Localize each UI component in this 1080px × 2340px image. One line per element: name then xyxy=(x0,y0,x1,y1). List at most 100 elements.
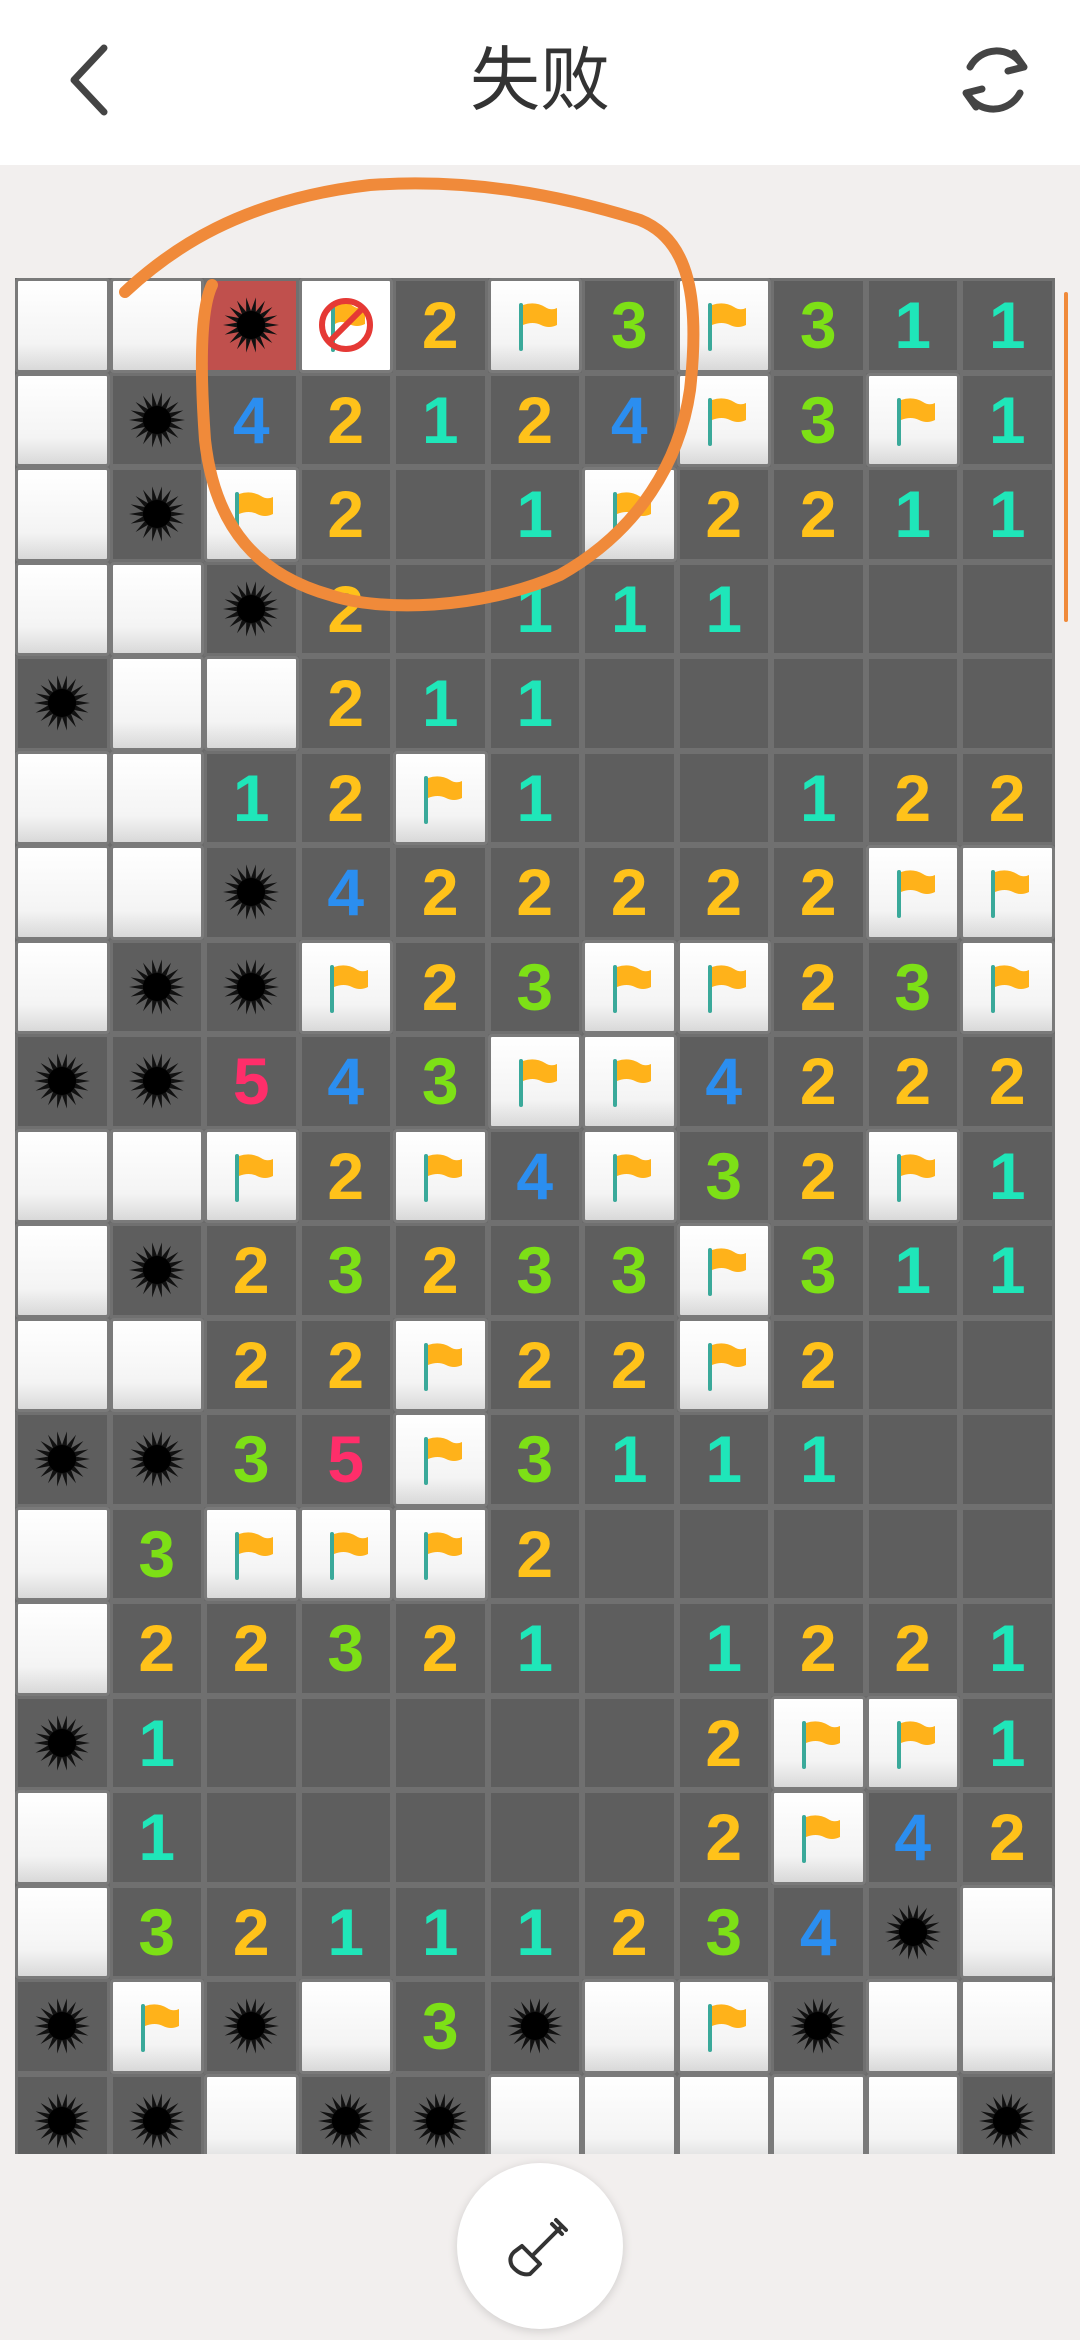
cell-number[interactable]: 1 xyxy=(487,467,582,562)
cell-number[interactable]: 2 xyxy=(582,845,677,940)
cell-exploded-mine[interactable] xyxy=(204,278,299,373)
cell-number[interactable]: 2 xyxy=(393,845,488,940)
cell-empty[interactable] xyxy=(582,656,677,751)
cell-number[interactable]: 1 xyxy=(960,1223,1055,1318)
cell-flag[interactable] xyxy=(676,278,771,373)
cell-hidden[interactable] xyxy=(960,1884,1055,1979)
cell-flag[interactable] xyxy=(298,1506,393,1601)
cell-mine[interactable] xyxy=(15,1412,110,1507)
cell-number[interactable]: 2 xyxy=(298,656,393,751)
cell-hidden[interactable] xyxy=(204,656,299,751)
cell-empty[interactable] xyxy=(960,1506,1055,1601)
cell-mine[interactable] xyxy=(204,561,299,656)
cell-empty[interactable] xyxy=(582,1506,677,1601)
cell-number[interactable]: 2 xyxy=(109,1601,204,1696)
cell-flag[interactable] xyxy=(865,1128,960,1223)
cell-number[interactable]: 2 xyxy=(393,1223,488,1318)
cell-flag[interactable] xyxy=(676,1979,771,2074)
restart-button[interactable] xyxy=(945,30,1045,130)
cell-number[interactable]: 2 xyxy=(298,1317,393,1412)
cell-number[interactable]: 1 xyxy=(676,561,771,656)
cell-number[interactable]: 3 xyxy=(771,372,866,467)
cell-number[interactable]: 1 xyxy=(865,278,960,373)
cell-number[interactable]: 1 xyxy=(487,750,582,845)
cell-number[interactable]: 1 xyxy=(487,656,582,751)
cell-number[interactable]: 2 xyxy=(298,372,393,467)
cell-flag[interactable] xyxy=(393,750,488,845)
cell-number[interactable]: 1 xyxy=(865,467,960,562)
cell-hidden[interactable] xyxy=(15,750,110,845)
cell-number[interactable]: 2 xyxy=(204,1223,299,1318)
cell-hidden[interactable] xyxy=(109,278,204,373)
cell-wrong-flag[interactable] xyxy=(298,278,393,373)
cell-number[interactable]: 1 xyxy=(960,1128,1055,1223)
cell-number[interactable]: 1 xyxy=(487,1884,582,1979)
cell-empty[interactable] xyxy=(487,1790,582,1885)
cell-mine[interactable] xyxy=(109,1034,204,1129)
cell-number[interactable]: 1 xyxy=(393,656,488,751)
cell-number[interactable]: 1 xyxy=(393,1884,488,1979)
cell-hidden[interactable] xyxy=(15,1317,110,1412)
cell-flag[interactable] xyxy=(487,1034,582,1129)
cell-number[interactable]: 1 xyxy=(771,1412,866,1507)
cell-empty[interactable] xyxy=(960,1317,1055,1412)
cell-number[interactable]: 2 xyxy=(487,845,582,940)
cell-number[interactable]: 1 xyxy=(960,372,1055,467)
cell-flag[interactable] xyxy=(393,1317,488,1412)
cell-hidden[interactable] xyxy=(865,2073,960,2154)
cell-number[interactable]: 4 xyxy=(676,1034,771,1129)
cell-flag[interactable] xyxy=(487,278,582,373)
cell-flag[interactable] xyxy=(676,1317,771,1412)
cell-number[interactable]: 3 xyxy=(487,939,582,1034)
cell-empty[interactable] xyxy=(582,1790,677,1885)
cell-empty[interactable] xyxy=(582,750,677,845)
cell-flag[interactable] xyxy=(865,845,960,940)
cell-hidden[interactable] xyxy=(109,1128,204,1223)
cell-hidden[interactable] xyxy=(15,1128,110,1223)
cell-number[interactable]: 2 xyxy=(771,467,866,562)
cell-flag[interactable] xyxy=(393,1506,488,1601)
cell-number[interactable]: 3 xyxy=(582,1223,677,1318)
cell-flag[interactable] xyxy=(865,372,960,467)
cell-number[interactable]: 2 xyxy=(960,1034,1055,1129)
cell-number[interactable]: 1 xyxy=(109,1695,204,1790)
cell-number[interactable]: 1 xyxy=(676,1412,771,1507)
cell-hidden[interactable] xyxy=(109,561,204,656)
cell-mine[interactable] xyxy=(15,1695,110,1790)
cell-number[interactable]: 3 xyxy=(393,1034,488,1129)
cell-number[interactable]: 2 xyxy=(582,1884,677,1979)
cell-number[interactable]: 2 xyxy=(204,1317,299,1412)
cell-empty[interactable] xyxy=(393,467,488,562)
cell-mine[interactable] xyxy=(298,2073,393,2154)
cell-flag[interactable] xyxy=(676,372,771,467)
cell-hidden[interactable] xyxy=(15,372,110,467)
cell-hidden[interactable] xyxy=(865,1979,960,2074)
cell-hidden[interactable] xyxy=(15,561,110,656)
cell-number[interactable]: 4 xyxy=(487,1128,582,1223)
cell-hidden[interactable] xyxy=(487,2073,582,2154)
cell-number[interactable]: 2 xyxy=(487,372,582,467)
cell-mine[interactable] xyxy=(865,1884,960,1979)
cell-hidden[interactable] xyxy=(960,1979,1055,2074)
cell-hidden[interactable] xyxy=(582,2073,677,2154)
cell-empty[interactable] xyxy=(487,1695,582,1790)
cell-number[interactable]: 2 xyxy=(865,1601,960,1696)
cell-number[interactable]: 2 xyxy=(960,1790,1055,1885)
cell-number[interactable]: 2 xyxy=(771,1601,866,1696)
cell-number[interactable]: 3 xyxy=(676,1128,771,1223)
cell-mine[interactable] xyxy=(771,1979,866,2074)
cell-empty[interactable] xyxy=(960,656,1055,751)
dig-mode-button[interactable] xyxy=(457,2163,623,2329)
cell-hidden[interactable] xyxy=(15,845,110,940)
cell-number[interactable]: 2 xyxy=(865,1034,960,1129)
cell-number[interactable]: 2 xyxy=(771,1128,866,1223)
cell-number[interactable]: 1 xyxy=(771,750,866,845)
cell-empty[interactable] xyxy=(771,561,866,656)
cell-hidden[interactable] xyxy=(109,1317,204,1412)
cell-hidden[interactable] xyxy=(15,1601,110,1696)
cell-number[interactable]: 2 xyxy=(960,750,1055,845)
cell-flag[interactable] xyxy=(393,1412,488,1507)
cell-empty[interactable] xyxy=(865,561,960,656)
cell-empty[interactable] xyxy=(582,1695,677,1790)
cell-number[interactable]: 4 xyxy=(298,845,393,940)
